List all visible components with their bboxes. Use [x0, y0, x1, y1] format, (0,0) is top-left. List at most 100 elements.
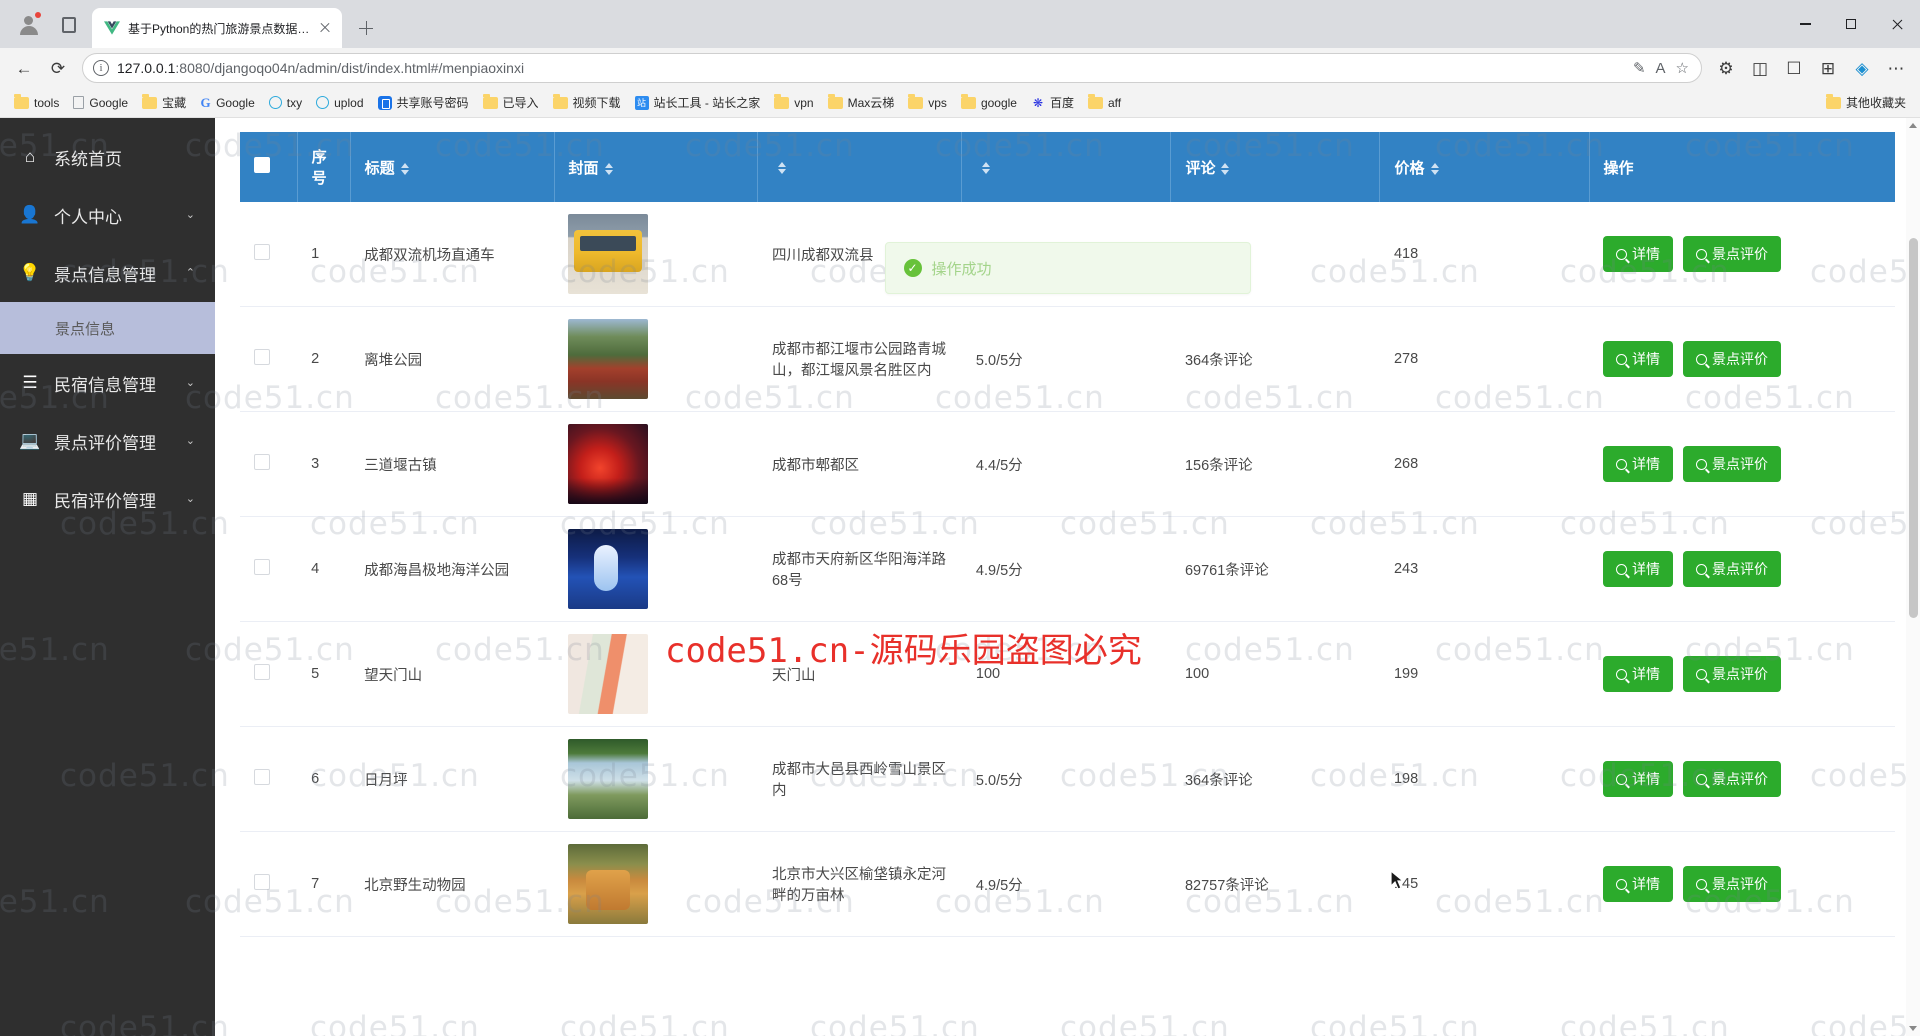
column-header-address[interactable]	[757, 132, 963, 202]
sidebar-item-personal-center[interactable]: 👤 个人中心 ⌄	[0, 186, 215, 244]
row-select-cell[interactable]	[240, 202, 298, 307]
sidebar-item-home[interactable]: ⌂ 系统首页	[0, 128, 215, 186]
back-button[interactable]: ←	[8, 52, 40, 84]
cover-thumbnail[interactable]	[568, 424, 649, 504]
detail-button[interactable]: 详情	[1603, 551, 1674, 587]
row-select-cell[interactable]	[240, 726, 298, 832]
browser-tab-active[interactable]: 基于Python的热门旅游景点数据…	[92, 8, 342, 48]
cell-cover[interactable]	[554, 726, 758, 832]
review-button[interactable]: 景点评价	[1683, 446, 1782, 482]
new-tab-button[interactable]	[352, 14, 380, 42]
row-checkbox[interactable]	[254, 769, 270, 785]
table-row[interactable]: 5 望天门山 天门山 100 100 199 详情 景点评价	[240, 621, 1895, 727]
favorite-star-icon[interactable]: ☆	[1676, 59, 1689, 77]
sort-icon[interactable]	[1221, 162, 1230, 176]
sidebar-item-homestay-review[interactable]: ▦ 民宿评价管理 ⌄	[0, 470, 215, 528]
bookmark-aff[interactable]: aff	[1082, 94, 1127, 112]
bookmark-baidu[interactable]: ❋ 百度	[1025, 92, 1080, 113]
cell-cover[interactable]	[554, 621, 758, 727]
table-row[interactable]: 4 成都海昌极地海洋公园 成都市天府新区华阳海洋路68号 4.9/5分 6976…	[240, 516, 1895, 622]
select-all-checkbox[interactable]	[254, 157, 270, 173]
copilot-button[interactable]: ◈	[1846, 52, 1878, 84]
bookmark-txy[interactable]: txy	[263, 94, 308, 112]
close-icon[interactable]	[316, 19, 334, 37]
sort-icon[interactable]	[400, 162, 410, 176]
bookmark-google-doc[interactable]: Google	[67, 94, 134, 112]
detail-button[interactable]: 详情	[1603, 761, 1674, 797]
maximize-button[interactable]	[1828, 0, 1874, 48]
sort-icon[interactable]	[778, 161, 787, 175]
cell-cover[interactable]	[554, 516, 758, 622]
review-button[interactable]: 景点评价	[1683, 341, 1782, 377]
split-screen-button[interactable]: ◫	[1744, 52, 1776, 84]
row-checkbox[interactable]	[254, 244, 270, 260]
other-bookmarks-button[interactable]: 其他收藏夹	[1820, 92, 1912, 113]
sort-icon[interactable]	[604, 162, 614, 176]
detail-button[interactable]: 详情	[1603, 866, 1674, 902]
scrollbar-thumb[interactable]	[1909, 238, 1918, 618]
cover-thumbnail[interactable]	[568, 319, 649, 399]
row-checkbox[interactable]	[254, 664, 270, 680]
review-button[interactable]: 景点评价	[1683, 866, 1782, 902]
column-header-cover[interactable]: 封面	[554, 132, 759, 202]
detail-button[interactable]: 详情	[1603, 446, 1674, 482]
detail-button[interactable]: 详情	[1603, 341, 1674, 377]
minimize-button[interactable]	[1782, 0, 1828, 48]
cover-thumbnail[interactable]	[568, 739, 649, 819]
column-header-score[interactable]	[961, 132, 1172, 202]
sort-icon[interactable]	[1430, 162, 1440, 176]
sort-icon[interactable]	[982, 161, 991, 175]
review-button[interactable]: 景点评价	[1683, 551, 1782, 587]
sidebar-item-attraction-info[interactable]: 💡 景点信息管理 ⌃	[0, 244, 215, 302]
review-button[interactable]: 景点评价	[1683, 656, 1782, 692]
detail-button[interactable]: 详情	[1603, 656, 1674, 692]
browser-essentials-button[interactable]: ☐	[1778, 52, 1810, 84]
row-checkbox[interactable]	[254, 874, 270, 890]
select-all-header[interactable]	[240, 132, 298, 202]
cover-thumbnail[interactable]	[568, 844, 649, 924]
sidebar-item-homestay-info[interactable]: ☰ 民宿信息管理 ⌄	[0, 354, 215, 412]
collections-button[interactable]: ⊞	[1812, 52, 1844, 84]
cover-thumbnail[interactable]	[568, 529, 649, 609]
column-header-price[interactable]: 价格	[1379, 132, 1590, 202]
row-checkbox[interactable]	[254, 559, 270, 575]
detail-button[interactable]: 详情	[1603, 236, 1674, 272]
review-button[interactable]: 景点评价	[1683, 761, 1782, 797]
scroll-down-arrow-icon[interactable]	[1909, 1026, 1917, 1031]
bookmark-tools[interactable]: tools	[8, 94, 65, 112]
close-window-button[interactable]	[1874, 0, 1920, 48]
bookmark-max-cloud[interactable]: Max云梯	[822, 92, 901, 113]
cell-cover[interactable]	[554, 202, 758, 307]
bookmark-zhanzhang[interactable]: 站站长工具 - 站长之家	[629, 92, 767, 113]
settings-more-button[interactable]: ⋯	[1880, 52, 1912, 84]
table-row[interactable]: 6 日月坪 成都市大邑县西岭雪山景区内 5.0/5分 364条评论 198 详情…	[240, 726, 1895, 832]
column-header-comment[interactable]: 评论	[1170, 132, 1381, 202]
row-select-cell[interactable]	[240, 831, 298, 937]
column-header-title[interactable]: 标题	[350, 132, 555, 202]
extensions-button[interactable]: ⚙	[1710, 52, 1742, 84]
table-row[interactable]: 3 三道堰古镇 成都市郫都区 4.4/5分 156条评论 268 详情 景点评价	[240, 411, 1895, 517]
tab-search-button[interactable]	[54, 10, 84, 40]
row-checkbox[interactable]	[254, 349, 270, 365]
cell-cover[interactable]	[554, 831, 758, 937]
bookmark-imported[interactable]: 已导入	[477, 92, 545, 113]
bookmark-vpn[interactable]: vpn	[768, 94, 819, 112]
vertical-scrollbar[interactable]	[1906, 118, 1920, 1036]
edit-icon[interactable]: ✎	[1633, 59, 1646, 77]
row-select-cell[interactable]	[240, 306, 298, 412]
cell-cover[interactable]	[554, 411, 758, 517]
bookmark-vps[interactable]: vps	[902, 94, 953, 112]
bookmark-uplod[interactable]: uplod	[310, 94, 369, 112]
cover-thumbnail[interactable]	[568, 634, 649, 714]
sidebar-item-attraction-review[interactable]: 💻 景点评价管理 ⌄	[0, 412, 215, 470]
scroll-up-arrow-icon[interactable]	[1909, 123, 1917, 128]
address-bar[interactable]: i 127.0.0.1:8080/djangoqo04n/admin/dist/…	[82, 53, 1702, 83]
sidebar-item-attraction-info-sub[interactable]: 景点信息	[0, 302, 215, 354]
table-row[interactable]: 7 北京野生动物园 北京市大兴区榆垡镇永定河畔的万亩林 4.9/5分 82757…	[240, 831, 1895, 937]
read-aloud-icon[interactable]: A	[1656, 60, 1666, 77]
row-select-cell[interactable]	[240, 411, 298, 517]
review-button[interactable]: 景点评价	[1683, 236, 1782, 272]
bookmark-google-folder[interactable]: google	[955, 94, 1023, 112]
table-row[interactable]: 2 离堆公园 成都市都江堰市公园路青城山，都江堰风景名胜区内 5.0/5分 36…	[240, 306, 1895, 412]
bookmark-shared-passwords[interactable]: 共享账号密码	[372, 92, 475, 113]
